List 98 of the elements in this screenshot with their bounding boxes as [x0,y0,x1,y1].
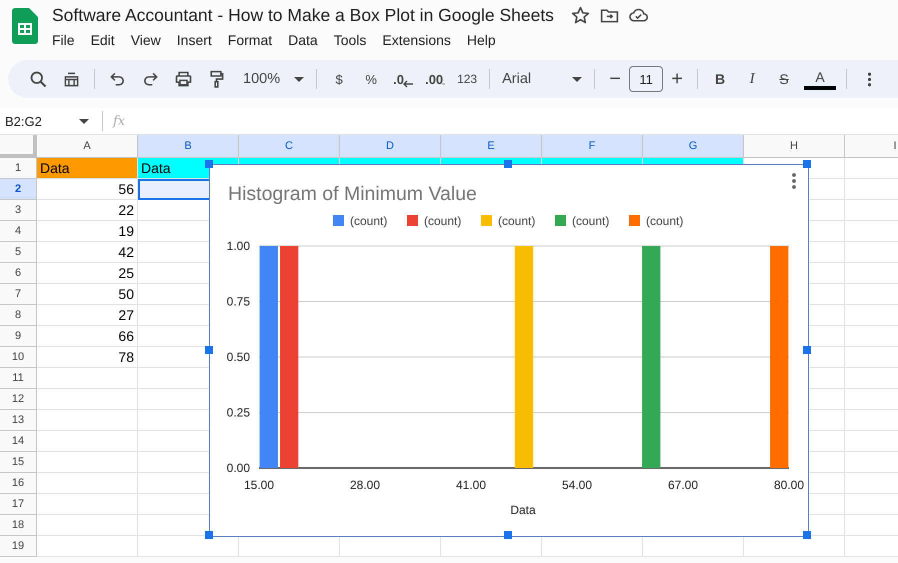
column-header[interactable]: E [441,135,542,158]
row-header[interactable]: 1 [0,158,37,179]
table-cell: 22 [37,200,138,221]
table-cell: Data [37,158,138,179]
column-header[interactable]: A [37,135,138,158]
resize-handle[interactable] [205,160,213,168]
x-axis-label: 67.00 [668,478,698,492]
spreadsheet-logo-icon[interactable] [12,8,38,44]
row-header[interactable]: 7 [0,284,37,305]
row-header[interactable]: 11 [0,368,37,389]
zoom-dropdown[interactable]: 100% [237,65,310,93]
column-header[interactable]: D [340,135,441,158]
menu-item[interactable]: Data [288,32,326,48]
column-header[interactable]: B [138,135,239,158]
decrease-font-size-button[interactable]: − [601,65,630,93]
print-icon[interactable] [173,68,194,90]
menu-item[interactable]: Extensions [382,32,459,48]
legend-label: (count) [498,214,536,228]
increase-font-size-button[interactable]: + [663,65,692,93]
resize-handle[interactable] [803,160,811,168]
more-options-icon[interactable] [792,173,796,189]
row-header[interactable]: 8 [0,305,37,326]
search-icon[interactable] [28,68,49,90]
x-axis-label: 28.00 [350,478,380,492]
menu-item[interactable]: View [130,32,169,48]
y-axis-label: 0.00 [226,461,250,475]
font-dropdown[interactable]: Arial [496,65,588,93]
resize-handle[interactable] [803,346,811,354]
currency-format-button[interactable]: $ [323,65,356,93]
x-axis-title: Data [510,503,536,517]
menu-item[interactable]: Tools [334,32,374,48]
star-icon[interactable] [570,4,591,26]
legend-label: (count) [572,214,610,228]
resize-handle[interactable] [205,346,213,354]
table-cell: 78 [37,347,138,368]
font-size-field[interactable]: 11 [629,66,664,92]
y-axis-label: 0.50 [226,350,250,364]
menu-item[interactable]: Insert [176,32,220,48]
row-header[interactable]: 6 [0,263,37,284]
text-color-button[interactable]: A [804,68,836,90]
resize-handle[interactable] [504,531,512,539]
row-header[interactable]: 13 [0,410,37,431]
table-cell: 50 [37,284,138,305]
table-cell: 19 [37,221,138,242]
table-cell: 66 [37,326,138,347]
resize-handle[interactable] [803,531,811,539]
row-header[interactable]: 9 [0,326,37,347]
caret-icon [572,76,582,82]
legend-label: (count) [646,214,684,228]
row-header[interactable]: 15 [0,452,37,473]
y-axis-label: 1.00 [226,239,250,253]
name-box[interactable]: B2:G2 [5,114,75,128]
menu-item[interactable]: File [52,32,83,48]
menu-item[interactable]: Format [228,32,280,48]
bold-button[interactable]: B [704,65,736,93]
x-axis-label: 15.00 [244,478,274,492]
row-header[interactable]: 16 [0,473,37,494]
x-axis-label: 80.00 [774,478,804,492]
column-header[interactable]: G [643,135,744,158]
italic-button[interactable]: I [736,65,768,93]
menu-item[interactable]: Edit [90,32,123,48]
formula-label: fx [113,114,126,128]
row-header[interactable]: 4 [0,221,37,242]
left-arrow-icon [403,80,414,88]
resize-handle[interactable] [504,160,512,168]
row-header[interactable]: 14 [0,431,37,452]
row-header[interactable]: 2 [0,179,37,200]
column-header[interactable]: C [239,135,340,158]
percent-format-button[interactable]: % [355,65,388,93]
menu-item[interactable]: Help [466,32,504,48]
row-header[interactable]: 18 [0,515,37,536]
table-cell: 25 [37,263,138,284]
number-format-button[interactable]: 123 [451,65,484,93]
y-axis-label: 0.75 [226,294,250,308]
resize-handle[interactable] [205,531,213,539]
chart-title: Histogram of Minimum Value [228,183,477,205]
caret-icon[interactable] [79,118,89,124]
document-title[interactable]: Software Accountant - How to Make a Box Plot in Google Sheets [52,4,554,26]
column-header[interactable]: I [845,135,898,158]
legend-label: (count) [424,214,462,228]
row-header[interactable]: 19 [0,536,37,557]
table-cell: 27 [37,305,138,326]
row-header[interactable]: 17 [0,494,37,515]
caret-icon [294,76,304,82]
strikethrough-button[interactable]: S [768,65,800,93]
x-axis-label: 41.00 [456,478,486,492]
row-header[interactable]: 10 [0,347,37,368]
column-header[interactable]: F [542,135,643,158]
column-header[interactable]: H [744,135,845,158]
row-header[interactable]: 12 [0,389,37,410]
legend-label: (count) [350,214,388,228]
table-cell: 42 [37,242,138,263]
increase-decimal-button[interactable]: .00 [419,65,452,93]
y-axis-label: 0.25 [226,406,250,420]
x-axis-label: 54.00 [562,478,592,492]
decrease-decimal-button[interactable]: .0 [387,65,420,93]
row-header[interactable]: 3 [0,200,37,221]
row-header[interactable]: 5 [0,242,37,263]
